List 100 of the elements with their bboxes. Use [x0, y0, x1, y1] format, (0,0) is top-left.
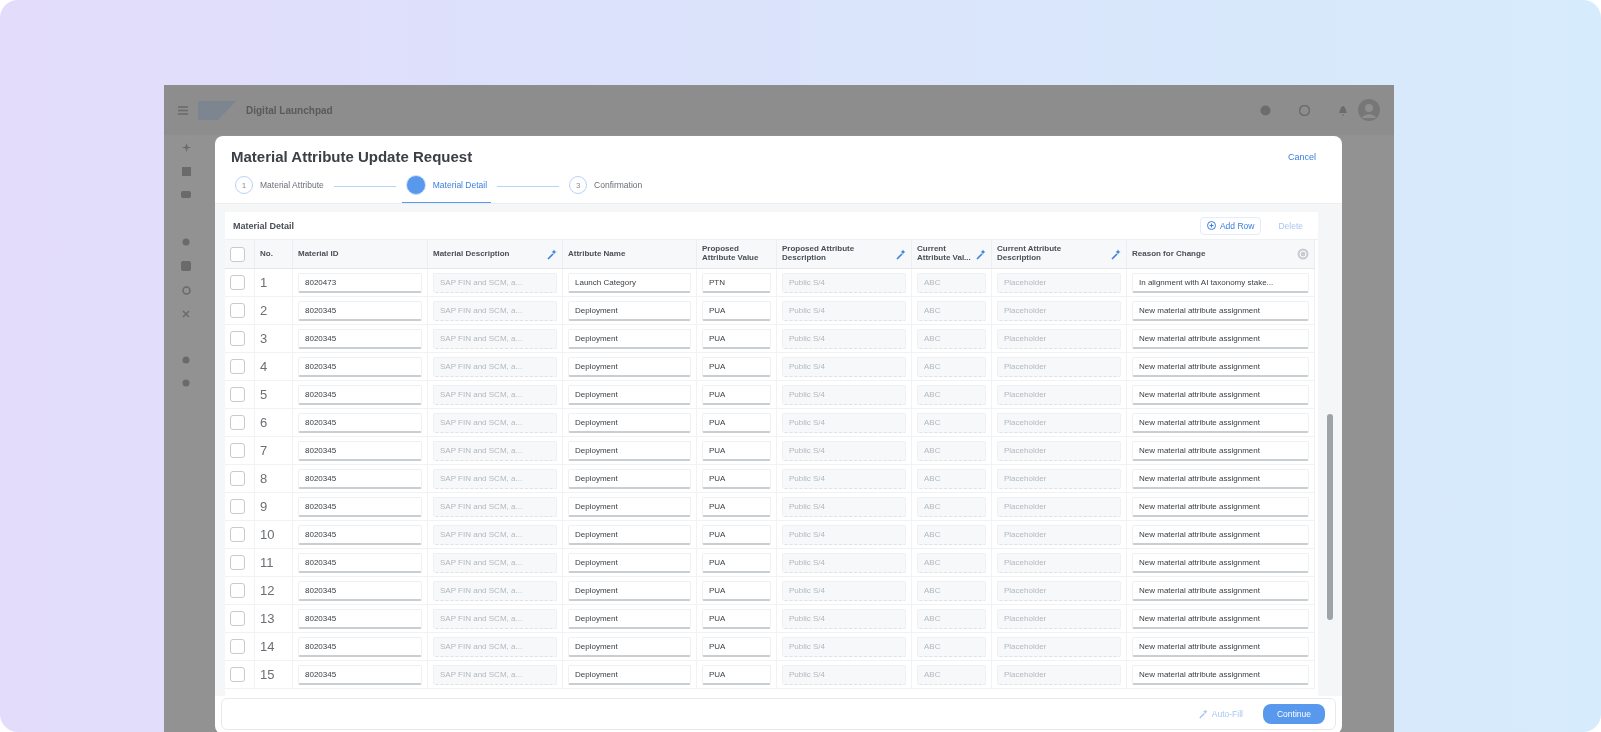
column-header[interactable]: Reason for Change — [1127, 240, 1315, 269]
input-field[interactable]: PUA — [702, 300, 771, 321]
row-checkbox[interactable] — [230, 527, 245, 542]
row-checkbox[interactable] — [230, 275, 245, 290]
input-field[interactable]: PUA — [702, 412, 771, 433]
row-checkbox[interactable] — [230, 359, 245, 374]
input-field[interactable]: 8020345 — [298, 440, 422, 461]
input-field[interactable]: New material attribute assignment — [1132, 664, 1309, 685]
column-header[interactable]: Material ID — [293, 240, 428, 269]
input-field[interactable]: New material attribute assignment — [1132, 608, 1309, 629]
input-field[interactable]: Deployment — [568, 636, 691, 657]
input-field[interactable]: 8020345 — [298, 356, 422, 377]
chat-icon[interactable] — [181, 191, 191, 200]
row-checkbox[interactable] — [230, 639, 245, 654]
grid-icon[interactable] — [181, 167, 191, 176]
input-field[interactable]: Deployment — [568, 468, 691, 489]
row-checkbox[interactable] — [230, 471, 245, 486]
input-field[interactable]: 8020345 — [298, 384, 422, 405]
row-checkbox[interactable] — [230, 443, 245, 458]
bell-icon[interactable] — [1338, 104, 1348, 116]
input-field[interactable]: 8020345 — [298, 552, 422, 573]
input-field[interactable]: 8020345 — [298, 300, 422, 321]
menu-icon[interactable] — [178, 105, 188, 115]
column-header[interactable]: Attribute Name — [563, 240, 697, 269]
star-icon[interactable] — [181, 143, 191, 152]
row-checkbox[interactable] — [230, 611, 245, 626]
input-field[interactable]: Launch Category — [568, 272, 691, 293]
input-field[interactable]: 8020345 — [298, 524, 422, 545]
input-field[interactable]: New material attribute assignment — [1132, 384, 1309, 405]
sparkle-icon[interactable] — [975, 248, 986, 260]
input-field[interactable]: New material attribute assignment — [1132, 496, 1309, 517]
input-field[interactable]: Deployment — [568, 384, 691, 405]
input-field[interactable]: PUA — [702, 440, 771, 461]
cancel-link[interactable]: Cancel — [1282, 149, 1322, 164]
input-field[interactable]: New material attribute assignment — [1132, 552, 1309, 573]
help-icon[interactable] — [1297, 248, 1309, 260]
row-checkbox[interactable] — [230, 415, 245, 430]
input-field[interactable]: PUA — [702, 552, 771, 573]
input-field[interactable]: 8020345 — [298, 468, 422, 489]
row-checkbox[interactable] — [230, 303, 245, 318]
dot-icon[interactable] — [182, 238, 190, 246]
input-field[interactable]: New material attribute assignment — [1132, 440, 1309, 461]
input-field[interactable]: PUA — [702, 580, 771, 601]
input-field[interactable]: New material attribute assignment — [1132, 356, 1309, 377]
input-field[interactable]: New material attribute assignment — [1132, 524, 1309, 545]
gear-icon[interactable] — [181, 286, 191, 295]
input-field[interactable]: PTN — [702, 272, 771, 293]
input-field[interactable]: Deployment — [568, 440, 691, 461]
input-field[interactable]: Deployment — [568, 496, 691, 517]
dot-icon[interactable] — [182, 379, 190, 387]
dot-icon[interactable] — [182, 356, 190, 364]
input-field[interactable]: New material attribute assignment — [1132, 300, 1309, 321]
wizard-step[interactable]: 1 Material Attribute — [231, 168, 328, 204]
avatar-icon[interactable] — [1358, 99, 1380, 121]
input-field[interactable]: Deployment — [568, 608, 691, 629]
close-icon[interactable] — [182, 310, 190, 318]
input-field[interactable]: 8020345 — [298, 328, 422, 349]
add-row-button[interactable]: Add Row — [1199, 216, 1262, 235]
row-checkbox[interactable] — [230, 555, 245, 570]
input-field[interactable]: 8020345 — [298, 412, 422, 433]
input-field[interactable]: Deployment — [568, 552, 691, 573]
input-field[interactable]: Deployment — [568, 664, 691, 685]
input-field[interactable]: PUA — [702, 496, 771, 517]
sparkle-icon[interactable] — [546, 248, 557, 260]
input-field[interactable]: 8020345 — [298, 580, 422, 601]
wizard-step[interactable]: 3 Confirmation — [565, 168, 647, 204]
input-field[interactable]: PUA — [702, 468, 771, 489]
select-all-checkbox[interactable] — [230, 246, 245, 262]
input-field[interactable]: 8020473 — [298, 272, 422, 293]
input-field[interactable]: PUA — [702, 384, 771, 405]
input-field[interactable]: PUA — [702, 636, 771, 657]
row-checkbox[interactable] — [230, 387, 245, 402]
input-field[interactable]: 8020345 — [298, 496, 422, 517]
input-field[interactable]: Deployment — [568, 328, 691, 349]
help-icon[interactable] — [1299, 104, 1310, 116]
input-field[interactable]: New material attribute assignment — [1132, 580, 1309, 601]
input-field[interactable]: PUA — [702, 328, 771, 349]
input-field[interactable]: PUA — [702, 356, 771, 377]
input-field[interactable]: New material attribute assignment — [1132, 468, 1309, 489]
input-field[interactable]: Deployment — [568, 356, 691, 377]
row-checkbox[interactable] — [230, 331, 245, 346]
input-field[interactable]: Deployment — [568, 524, 691, 545]
input-field[interactable]: New material attribute assignment — [1132, 636, 1309, 657]
input-field[interactable]: New material attribute assignment — [1132, 412, 1309, 433]
input-field[interactable]: Deployment — [568, 300, 691, 321]
grid-icon[interactable] — [181, 261, 191, 271]
row-checkbox[interactable] — [230, 667, 245, 682]
column-header[interactable]: No. — [255, 240, 293, 269]
row-checkbox[interactable] — [230, 499, 245, 514]
input-field[interactable]: 8020345 — [298, 664, 422, 685]
input-field[interactable]: PUA — [702, 664, 771, 685]
sparkle-icon[interactable] — [1110, 248, 1121, 260]
input-field[interactable]: Deployment — [568, 412, 691, 433]
column-header[interactable]: Proposed Attribute Value — [697, 240, 777, 269]
input-field[interactable]: PUA — [702, 608, 771, 629]
row-checkbox[interactable] — [230, 583, 245, 598]
input-field[interactable]: PUA — [702, 524, 771, 545]
sparkle-icon[interactable] — [895, 248, 906, 260]
input-field[interactable]: 8020345 — [298, 608, 422, 629]
input-field[interactable]: 8020345 — [298, 636, 422, 657]
